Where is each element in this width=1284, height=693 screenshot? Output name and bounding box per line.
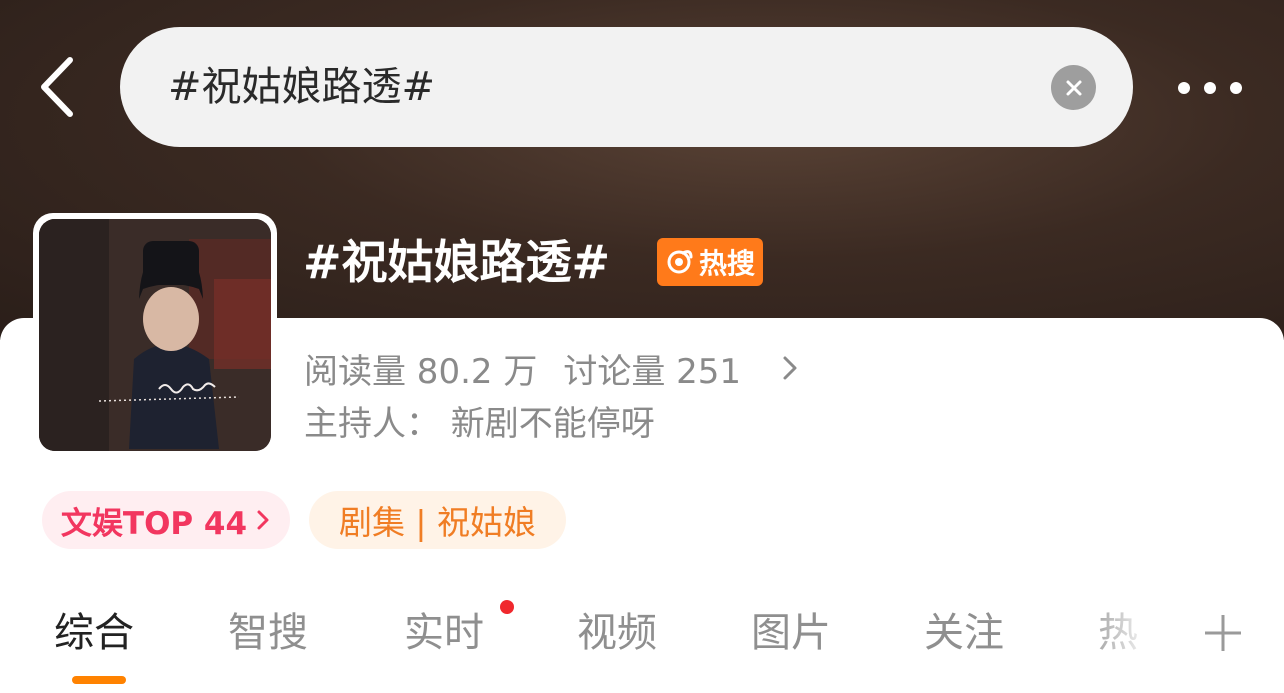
rank-chip[interactable]: 文娱TOP 44 [42, 491, 290, 549]
tab-bar: 综合 智搜 实时 视频 图片 关注 热 [0, 598, 1284, 693]
read-count: 阅读量 80.2 万 [304, 351, 538, 392]
chevron-right-icon [257, 510, 269, 530]
tab-video[interactable]: 视频 [577, 598, 657, 668]
tab-realtime[interactable]: 实时 [404, 598, 484, 668]
discussion-count: 讨论量 251 [563, 351, 742, 392]
more-dot-icon [1230, 82, 1242, 94]
chevron-right-icon [783, 356, 797, 380]
rank-chip-label: 文娱TOP 44 [60, 505, 248, 542]
category-chip-label: 剧集 | 祝姑娘 [338, 503, 537, 542]
add-tab-button[interactable] [1198, 608, 1248, 658]
realtime-notification-dot [500, 600, 514, 614]
topic-page: #祝姑娘路透# #祝姑娘路透# 热搜 阅读量 80.2 万 讨论量 251 主持… [0, 0, 1284, 693]
search-bar[interactable]: #祝姑娘路透# [120, 27, 1133, 147]
hot-search-badge[interactable]: 热搜 [657, 238, 763, 286]
chevron-left-icon [41, 57, 73, 117]
clear-search-button[interactable] [1051, 65, 1096, 110]
search-input[interactable]: #祝姑娘路透# [168, 27, 435, 147]
category-chip[interactable]: 剧集 | 祝姑娘 [309, 491, 566, 549]
topic-stats[interactable]: 阅读量 80.2 万 讨论量 251 [304, 344, 799, 392]
topic-cover[interactable] [33, 213, 277, 457]
back-button[interactable] [28, 52, 84, 122]
plus-icon [1205, 615, 1241, 651]
more-options-button[interactable] [1170, 66, 1250, 110]
close-icon [1066, 80, 1081, 95]
cover-illustration [39, 219, 271, 451]
tab-comprehensive[interactable]: 综合 [54, 598, 134, 668]
more-dot-icon [1204, 82, 1216, 94]
tab-smart-search[interactable]: 智搜 [228, 598, 308, 668]
hot-search-label: 热搜 [698, 247, 755, 280]
topic-title: #祝姑娘路透# [303, 235, 611, 289]
cover-image [39, 219, 271, 451]
fire-icon [667, 250, 693, 274]
active-tab-indicator [72, 676, 126, 684]
topic-host[interactable]: 主持人： 新剧不能停呀 [304, 400, 655, 448]
tab-following[interactable]: 关注 [924, 598, 1004, 668]
tab-images[interactable]: 图片 [751, 598, 831, 668]
more-dot-icon [1178, 82, 1190, 94]
tab-hot[interactable]: 热 [1098, 598, 1138, 668]
